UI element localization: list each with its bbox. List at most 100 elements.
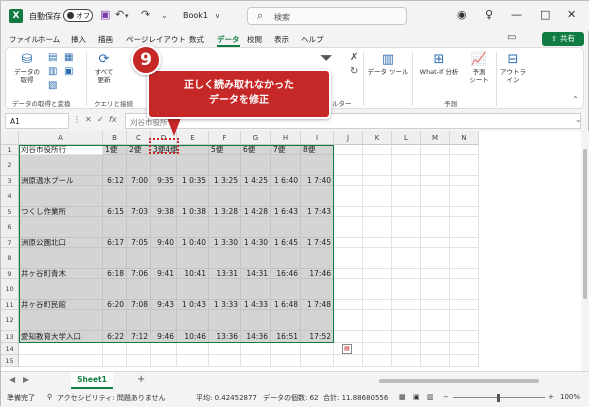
zoom-in-icon[interactable]: + xyxy=(548,393,554,401)
zoom-out-icon[interactable]: − xyxy=(443,393,449,401)
row-header[interactable]: 9 xyxy=(1,269,19,279)
sheet-cell[interactable] xyxy=(392,331,421,343)
sheet-cell[interactable] xyxy=(392,186,421,207)
refresh-all-button[interactable]: ⟳ すべて 更新 xyxy=(90,52,118,84)
sheet-cell[interactable] xyxy=(421,300,450,310)
tab-data[interactable]: データ xyxy=(217,34,240,47)
sheet-cell[interactable] xyxy=(103,248,127,269)
lightbulb-icon[interactable]: ♀ xyxy=(485,8,493,21)
sheet-cell[interactable] xyxy=(271,355,301,367)
accessibility-icon[interactable]: ⚲ xyxy=(47,393,52,401)
namebox-dropdown-icon[interactable]: ⋮ xyxy=(73,115,81,124)
column-header[interactable]: H xyxy=(271,131,301,145)
row-header[interactable]: 12 xyxy=(1,310,19,331)
sheet-cell[interactable] xyxy=(177,217,209,238)
sheet-cell[interactable] xyxy=(151,310,177,331)
sheet-cell[interactable] xyxy=(301,343,334,355)
sheet-cell[interactable] xyxy=(392,207,421,217)
reapply-icon[interactable]: ↻ xyxy=(350,67,358,77)
sheet-cell[interactable] xyxy=(301,310,334,331)
status-accessibility[interactable]: アクセシビリティ: 問題ありません xyxy=(57,393,166,403)
hscroll-thumb[interactable] xyxy=(379,379,539,383)
sheet-cell[interactable]: 7:12 xyxy=(127,331,151,343)
sheet-cell[interactable]: 1 7:48 xyxy=(301,300,334,310)
sheet-cell[interactable]: 1 7:43 xyxy=(301,207,334,217)
sheet-cell[interactable] xyxy=(19,248,103,269)
sheet-cell[interactable] xyxy=(19,217,103,238)
normal-view-icon[interactable]: ▦ xyxy=(399,393,406,401)
sheet-cell[interactable] xyxy=(421,279,450,300)
sheet-cell[interactable]: 9:40 xyxy=(151,238,177,248)
sheet-cell[interactable]: 6:20 xyxy=(103,300,127,310)
tab-home[interactable]: ホーム xyxy=(38,34,60,45)
sheet-cell[interactable] xyxy=(103,310,127,331)
row-header[interactable]: 10 xyxy=(1,279,19,300)
sheet-cell[interactable] xyxy=(177,343,209,355)
sheet-cell[interactable] xyxy=(363,248,392,269)
sheet-cell[interactable] xyxy=(127,279,151,300)
sheet-cell[interactable] xyxy=(271,248,301,269)
sheet-cell[interactable] xyxy=(177,310,209,331)
sheet-cell[interactable] xyxy=(450,343,479,355)
sheet-cell[interactable] xyxy=(127,355,151,367)
sheet-cell[interactable]: 9:38 xyxy=(151,207,177,217)
sheet-cell[interactable] xyxy=(392,343,421,355)
sheet-cell[interactable] xyxy=(363,343,392,355)
sheet-cell[interactable]: 井ヶ谷町民館 xyxy=(19,300,103,310)
clear-filter-icon[interactable]: ✗ xyxy=(350,53,358,63)
row-header[interactable]: 6 xyxy=(1,217,19,238)
sheet-cell[interactable]: 2便 xyxy=(127,145,151,155)
column-header[interactable]: C xyxy=(127,131,151,145)
sheet-cell[interactable] xyxy=(421,217,450,238)
sheet-tab-sheet1[interactable]: Sheet1 xyxy=(71,372,113,389)
sheet-cell[interactable] xyxy=(19,279,103,300)
sheet-cell[interactable]: 5便 xyxy=(209,145,241,155)
sheet-cell[interactable] xyxy=(421,238,450,248)
column-header[interactable]: A xyxy=(19,131,103,145)
sheet-cell[interactable] xyxy=(334,355,363,367)
search-box[interactable]: ⌕ 検索 xyxy=(247,7,407,25)
undo-icon[interactable]: ↶ xyxy=(115,8,124,21)
sheet-cell[interactable] xyxy=(271,217,301,238)
sheet-cell[interactable] xyxy=(450,207,479,217)
sheet-cell[interactable] xyxy=(363,279,392,300)
sheet-cell[interactable]: 7:06 xyxy=(127,269,151,279)
sheet-cell[interactable] xyxy=(450,279,479,300)
add-sheet-icon[interactable]: + xyxy=(137,374,145,385)
sheet-cell[interactable] xyxy=(301,217,334,238)
sheet-cell[interactable]: 1 3:25 xyxy=(209,176,241,186)
sheet-cell[interactable]: 1 0:43 xyxy=(177,300,209,310)
forecast-sheet-button[interactable]: 📈 予測 シート xyxy=(468,52,490,84)
zoom-slider-thumb[interactable] xyxy=(497,394,500,402)
tab-file[interactable]: ファイル xyxy=(9,34,39,45)
vertical-scrollbar[interactable] xyxy=(581,131,589,371)
sheet-cell[interactable] xyxy=(421,355,450,367)
sheet-cell[interactable] xyxy=(334,186,363,207)
sheet-cell[interactable] xyxy=(271,310,301,331)
sheet-cell[interactable]: 17:46 xyxy=(301,269,334,279)
sheet-cell[interactable] xyxy=(334,207,363,217)
sheet-cell[interactable]: 3便4便 xyxy=(151,145,178,155)
sheet-cell[interactable]: 6:12 xyxy=(103,176,127,186)
sheet-cell[interactable] xyxy=(450,238,479,248)
sheet-cell[interactable] xyxy=(103,186,127,207)
sheet-cell[interactable]: 13:31 xyxy=(209,269,241,279)
sheet-cell[interactable]: 1 0:38 xyxy=(177,207,209,217)
sheet-cell[interactable] xyxy=(450,248,479,269)
sheet-cell[interactable]: 13:36 xyxy=(209,331,241,343)
sheet-cell[interactable]: つくし作業所 xyxy=(19,207,103,217)
data-tools-button[interactable]: ▥ データ ツール xyxy=(366,52,410,76)
sheet-cell[interactable] xyxy=(392,248,421,269)
page-break-view-icon[interactable]: ▥ xyxy=(427,393,434,401)
sheet-cell[interactable]: 7:05 xyxy=(127,238,151,248)
title-dropdown-icon[interactable]: ∨ xyxy=(215,12,220,20)
expand-formula-icon[interactable]: ⌄ xyxy=(575,115,582,124)
sheet-cell[interactable]: 7:08 xyxy=(127,300,151,310)
sheet-cell[interactable] xyxy=(241,310,271,331)
sheet-cell[interactable]: 10:46 xyxy=(177,331,209,343)
from-web-icon[interactable]: ▦ xyxy=(64,53,73,63)
row-header[interactable]: 15 xyxy=(1,355,19,367)
sheet-cell[interactable]: 6:18 xyxy=(103,269,127,279)
sheet-cell[interactable] xyxy=(363,300,392,310)
comments-icon[interactable]: ▭ xyxy=(507,32,516,43)
